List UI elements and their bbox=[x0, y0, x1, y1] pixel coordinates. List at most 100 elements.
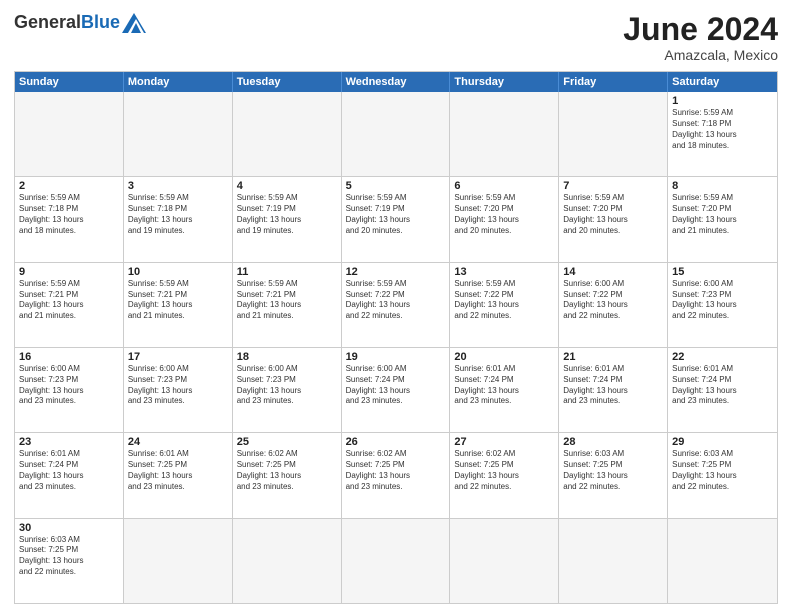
day-info: Sunrise: 6:03 AM Sunset: 7:25 PM Dayligh… bbox=[19, 535, 119, 578]
logo: GeneralBlue bbox=[14, 12, 146, 33]
week-row-6: 30Sunrise: 6:03 AM Sunset: 7:25 PM Dayli… bbox=[15, 519, 777, 603]
day-number: 28 bbox=[563, 436, 663, 448]
logo-general-text: General bbox=[14, 12, 81, 33]
day-cell: 20Sunrise: 6:01 AM Sunset: 7:24 PM Dayli… bbox=[450, 348, 559, 432]
day-info: Sunrise: 5:59 AM Sunset: 7:20 PM Dayligh… bbox=[672, 193, 773, 236]
day-info: Sunrise: 5:59 AM Sunset: 7:21 PM Dayligh… bbox=[237, 279, 337, 322]
day-cell bbox=[342, 519, 451, 603]
day-info: Sunrise: 6:02 AM Sunset: 7:25 PM Dayligh… bbox=[237, 449, 337, 492]
day-cell: 13Sunrise: 5:59 AM Sunset: 7:22 PM Dayli… bbox=[450, 263, 559, 347]
day-cell: 21Sunrise: 6:01 AM Sunset: 7:24 PM Dayli… bbox=[559, 348, 668, 432]
week-row-3: 9Sunrise: 5:59 AM Sunset: 7:21 PM Daylig… bbox=[15, 263, 777, 348]
day-number: 16 bbox=[19, 351, 119, 363]
day-info: Sunrise: 5:59 AM Sunset: 7:18 PM Dayligh… bbox=[19, 193, 119, 236]
day-cell: 18Sunrise: 6:00 AM Sunset: 7:23 PM Dayli… bbox=[233, 348, 342, 432]
logo-blue-text: Blue bbox=[81, 12, 120, 33]
day-info: Sunrise: 6:00 AM Sunset: 7:23 PM Dayligh… bbox=[672, 279, 773, 322]
day-info: Sunrise: 5:59 AM Sunset: 7:21 PM Dayligh… bbox=[19, 279, 119, 322]
day-header-sunday: Sunday bbox=[15, 72, 124, 92]
day-cell: 25Sunrise: 6:02 AM Sunset: 7:25 PM Dayli… bbox=[233, 433, 342, 517]
day-cell: 6Sunrise: 5:59 AM Sunset: 7:20 PM Daylig… bbox=[450, 177, 559, 261]
header: GeneralBlue June 2024 Amazcala, Mexico bbox=[14, 12, 778, 63]
month-year-title: June 2024 bbox=[623, 12, 778, 47]
day-info: Sunrise: 5:59 AM Sunset: 7:22 PM Dayligh… bbox=[454, 279, 554, 322]
calendar: SundayMondayTuesdayWednesdayThursdayFrid… bbox=[14, 71, 778, 604]
day-number: 22 bbox=[672, 351, 773, 363]
day-info: Sunrise: 6:01 AM Sunset: 7:24 PM Dayligh… bbox=[563, 364, 663, 407]
day-cell: 15Sunrise: 6:00 AM Sunset: 7:23 PM Dayli… bbox=[668, 263, 777, 347]
day-cell bbox=[124, 92, 233, 176]
day-cell bbox=[342, 92, 451, 176]
day-number: 2 bbox=[19, 180, 119, 192]
day-info: Sunrise: 6:01 AM Sunset: 7:25 PM Dayligh… bbox=[128, 449, 228, 492]
day-number: 25 bbox=[237, 436, 337, 448]
day-cell: 26Sunrise: 6:02 AM Sunset: 7:25 PM Dayli… bbox=[342, 433, 451, 517]
day-info: Sunrise: 6:00 AM Sunset: 7:23 PM Dayligh… bbox=[19, 364, 119, 407]
logo-icon bbox=[122, 13, 146, 33]
week-row-4: 16Sunrise: 6:00 AM Sunset: 7:23 PM Dayli… bbox=[15, 348, 777, 433]
day-info: Sunrise: 6:01 AM Sunset: 7:24 PM Dayligh… bbox=[672, 364, 773, 407]
day-cell: 12Sunrise: 5:59 AM Sunset: 7:22 PM Dayli… bbox=[342, 263, 451, 347]
day-info: Sunrise: 6:00 AM Sunset: 7:23 PM Dayligh… bbox=[128, 364, 228, 407]
calendar-body: 1Sunrise: 5:59 AM Sunset: 7:18 PM Daylig… bbox=[15, 92, 777, 603]
day-header-saturday: Saturday bbox=[668, 72, 777, 92]
day-info: Sunrise: 5:59 AM Sunset: 7:19 PM Dayligh… bbox=[237, 193, 337, 236]
day-cell: 22Sunrise: 6:01 AM Sunset: 7:24 PM Dayli… bbox=[668, 348, 777, 432]
day-number: 11 bbox=[237, 266, 337, 278]
day-header-monday: Monday bbox=[124, 72, 233, 92]
day-headers-row: SundayMondayTuesdayWednesdayThursdayFrid… bbox=[15, 72, 777, 92]
day-cell: 19Sunrise: 6:00 AM Sunset: 7:24 PM Dayli… bbox=[342, 348, 451, 432]
day-cell: 17Sunrise: 6:00 AM Sunset: 7:23 PM Dayli… bbox=[124, 348, 233, 432]
day-number: 19 bbox=[346, 351, 446, 363]
day-number: 4 bbox=[237, 180, 337, 192]
day-number: 5 bbox=[346, 180, 446, 192]
day-number: 9 bbox=[19, 266, 119, 278]
page: GeneralBlue June 2024 Amazcala, Mexico S… bbox=[0, 0, 792, 612]
day-header-thursday: Thursday bbox=[450, 72, 559, 92]
day-info: Sunrise: 6:01 AM Sunset: 7:24 PM Dayligh… bbox=[454, 364, 554, 407]
day-cell bbox=[233, 92, 342, 176]
day-header-tuesday: Tuesday bbox=[233, 72, 342, 92]
day-cell: 16Sunrise: 6:00 AM Sunset: 7:23 PM Dayli… bbox=[15, 348, 124, 432]
day-number: 18 bbox=[237, 351, 337, 363]
day-number: 13 bbox=[454, 266, 554, 278]
title-area: June 2024 Amazcala, Mexico bbox=[623, 12, 778, 63]
day-cell bbox=[559, 519, 668, 603]
day-cell bbox=[450, 92, 559, 176]
day-cell: 27Sunrise: 6:02 AM Sunset: 7:25 PM Dayli… bbox=[450, 433, 559, 517]
day-number: 15 bbox=[672, 266, 773, 278]
day-number: 24 bbox=[128, 436, 228, 448]
day-number: 21 bbox=[563, 351, 663, 363]
week-row-5: 23Sunrise: 6:01 AM Sunset: 7:24 PM Dayli… bbox=[15, 433, 777, 518]
day-info: Sunrise: 5:59 AM Sunset: 7:20 PM Dayligh… bbox=[563, 193, 663, 236]
day-info: Sunrise: 5:59 AM Sunset: 7:20 PM Dayligh… bbox=[454, 193, 554, 236]
day-info: Sunrise: 5:59 AM Sunset: 7:18 PM Dayligh… bbox=[128, 193, 228, 236]
day-cell: 2Sunrise: 5:59 AM Sunset: 7:18 PM Daylig… bbox=[15, 177, 124, 261]
day-cell: 28Sunrise: 6:03 AM Sunset: 7:25 PM Dayli… bbox=[559, 433, 668, 517]
day-number: 6 bbox=[454, 180, 554, 192]
day-cell: 9Sunrise: 5:59 AM Sunset: 7:21 PM Daylig… bbox=[15, 263, 124, 347]
week-row-1: 1Sunrise: 5:59 AM Sunset: 7:18 PM Daylig… bbox=[15, 92, 777, 177]
day-cell bbox=[450, 519, 559, 603]
day-cell: 3Sunrise: 5:59 AM Sunset: 7:18 PM Daylig… bbox=[124, 177, 233, 261]
day-cell: 1Sunrise: 5:59 AM Sunset: 7:18 PM Daylig… bbox=[668, 92, 777, 176]
day-info: Sunrise: 6:02 AM Sunset: 7:25 PM Dayligh… bbox=[454, 449, 554, 492]
day-cell bbox=[15, 92, 124, 176]
day-number: 7 bbox=[563, 180, 663, 192]
day-info: Sunrise: 5:59 AM Sunset: 7:19 PM Dayligh… bbox=[346, 193, 446, 236]
day-number: 26 bbox=[346, 436, 446, 448]
day-header-friday: Friday bbox=[559, 72, 668, 92]
day-info: Sunrise: 6:03 AM Sunset: 7:25 PM Dayligh… bbox=[672, 449, 773, 492]
day-number: 3 bbox=[128, 180, 228, 192]
week-row-2: 2Sunrise: 5:59 AM Sunset: 7:18 PM Daylig… bbox=[15, 177, 777, 262]
day-cell: 11Sunrise: 5:59 AM Sunset: 7:21 PM Dayli… bbox=[233, 263, 342, 347]
day-cell: 23Sunrise: 6:01 AM Sunset: 7:24 PM Dayli… bbox=[15, 433, 124, 517]
day-number: 8 bbox=[672, 180, 773, 192]
day-number: 17 bbox=[128, 351, 228, 363]
day-cell: 5Sunrise: 5:59 AM Sunset: 7:19 PM Daylig… bbox=[342, 177, 451, 261]
day-info: Sunrise: 6:03 AM Sunset: 7:25 PM Dayligh… bbox=[563, 449, 663, 492]
day-info: Sunrise: 5:59 AM Sunset: 7:21 PM Dayligh… bbox=[128, 279, 228, 322]
day-header-wednesday: Wednesday bbox=[342, 72, 451, 92]
day-number: 14 bbox=[563, 266, 663, 278]
day-number: 30 bbox=[19, 522, 119, 534]
